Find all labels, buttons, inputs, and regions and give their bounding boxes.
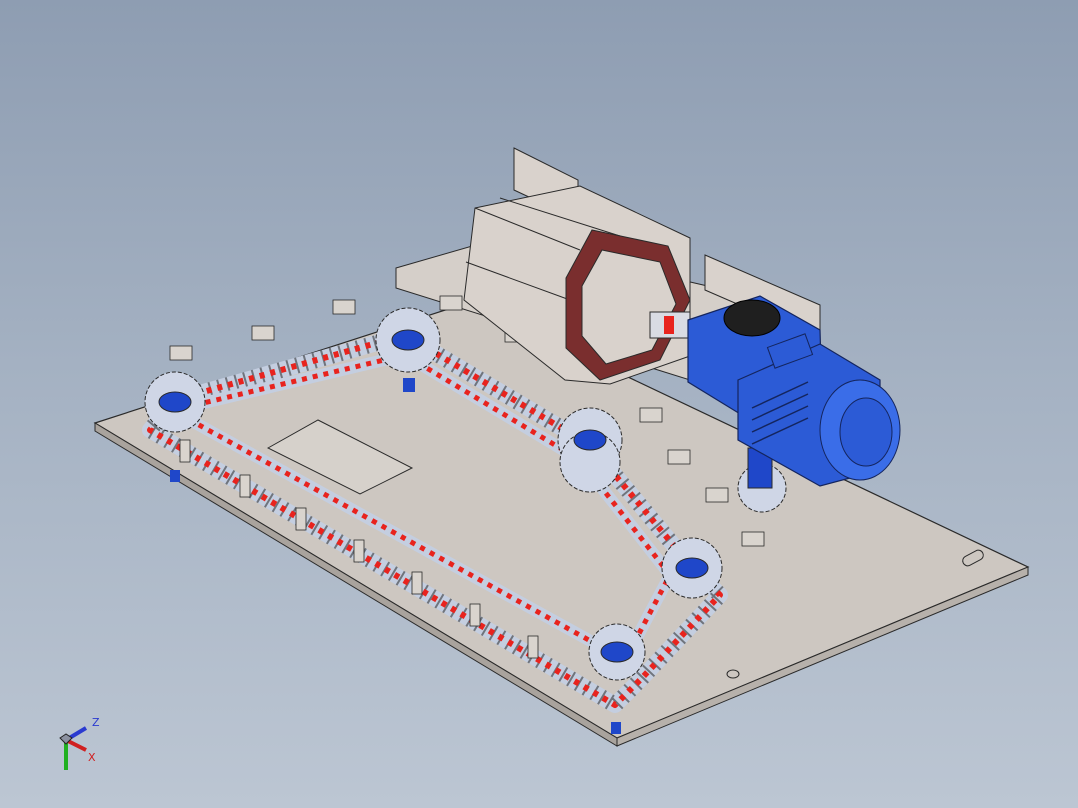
sprocket[interactable] [588, 623, 646, 681]
z-axis-label: Z [92, 716, 100, 729]
axis-triad[interactable] [50, 710, 110, 790]
foot [403, 378, 415, 392]
sprocket[interactable] [144, 371, 206, 433]
cad-viewport[interactable]: Z X [0, 0, 1078, 808]
sprocket[interactable] [375, 307, 441, 373]
x-axis-label: X [88, 751, 96, 764]
mounting-hole [726, 669, 740, 679]
assembly-model[interactable] [0, 0, 1078, 808]
coupling-insert [664, 316, 674, 334]
sprocket[interactable] [557, 407, 623, 493]
sprocket[interactable] [661, 537, 723, 599]
gearbox-cover [723, 299, 781, 337]
foot [170, 470, 180, 482]
foot [611, 722, 621, 734]
